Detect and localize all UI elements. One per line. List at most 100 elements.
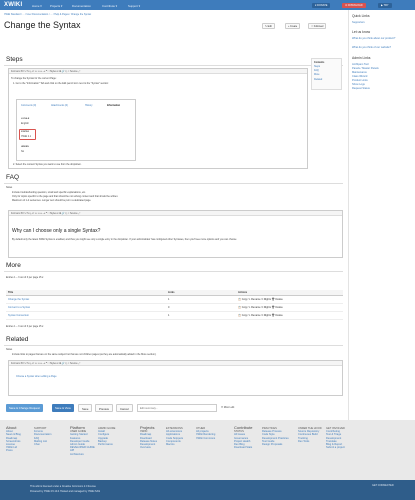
footer-link[interactable]: XWiki Commons	[196, 437, 215, 440]
toc-steps[interactable]: Steps	[314, 65, 339, 68]
row-actions[interactable]: 📋 Copy ✎ Rename ⚿ Rights 🗑 Delete	[236, 303, 343, 312]
faq-notes-label: Notes	[6, 186, 13, 189]
admin-links-heading: Admin Links	[352, 56, 371, 60]
toc-faq[interactable]: FAQ	[314, 69, 339, 72]
footer-link[interactable]: Dev Tools	[298, 440, 322, 443]
admin-link[interactable]: Panels / Master Panels	[352, 67, 379, 70]
feedback-website-link[interactable]: What do you think of our website?	[352, 46, 391, 49]
faq-answer: By default only the latest XWiki Syntax …	[12, 238, 237, 241]
table-row: Convert to a Syntax 0 📋 Copy ✎ Rename ⚿ …	[6, 303, 343, 312]
nav-support[interactable]: Support ▾	[128, 4, 140, 8]
nav-contribute[interactable]: Contribute ▾	[102, 4, 117, 8]
faq-editor[interactable]: Format ▾ B I U S x₂ x² ⁝≡ ⁝≡ ⇤ ⇥ ❝ ⛶ Sty…	[8, 210, 343, 258]
faq-question: Why can I choose only a single Syntax?	[12, 228, 101, 234]
toc-title: Contents	[314, 60, 325, 64]
tab-information: Information	[107, 104, 121, 107]
powered-by-text: Powered by XWiki 15.10.4 Hosted and mana…	[30, 490, 101, 493]
faq-bullet-3: Maximum of 1-2 sentences. Longer text sh…	[12, 199, 92, 202]
footer-column-heading: Projects	[140, 425, 155, 430]
steps-step1: 1. Go to the "Information" Tab and click…	[13, 82, 109, 85]
bottom-bar: This wiki is licensed under a Creative C…	[0, 480, 415, 500]
feedback-product-link[interactable]: What do you think about our product?	[352, 37, 412, 40]
related-editor[interactable]: Format ▾ B I U S x₂ x² ⁝≡ ⁝≡ ⇤ ⇥ ❝ ⛶ Sty…	[8, 360, 343, 396]
divider	[4, 183, 343, 184]
footer-link[interactable]: Architecture	[70, 453, 95, 456]
admin-link[interactable]: Class Wizard	[352, 75, 367, 78]
download-button[interactable]: ⬇ DOWNLOAD	[342, 2, 366, 8]
cancel-button[interactable]: Cancel	[116, 404, 133, 412]
footer-link[interactable]: Design Proposals	[262, 443, 289, 446]
page-title: Change the Syntax	[4, 20, 81, 30]
save-change-request-button[interactable]: Save & Change Request	[6, 404, 43, 412]
divider	[4, 271, 343, 272]
faq-bullet-2: Only for topics specific to the page and…	[12, 195, 119, 198]
nav-projects[interactable]: Projects ▾	[50, 4, 62, 8]
editor-toolbar[interactable]: Format ▾ B I U S x₂ x² ⁝≡ ⁝≡ ⇤ ⇥ ❝ ⛶ Sty…	[9, 69, 307, 74]
preview-button[interactable]: Preview	[95, 404, 113, 412]
table-row: Change the Syntax 1 📋 Copy ✎ Rename ⚿ Ri…	[6, 295, 343, 304]
row-title[interactable]: Convert to a Syntax	[6, 303, 166, 312]
minor-edit-label: Minor edit	[223, 406, 235, 409]
admin-link[interactable]: AntiSpam Tool	[352, 63, 369, 66]
edit-button[interactable]: ✎ Edit	[262, 23, 275, 29]
footer-column: ADMIN GUIDE Install Configure Upgrade Backup…	[98, 426, 115, 446]
donate-button[interactable]: ♥ DONATE	[312, 2, 331, 8]
footer-link[interactable]: Submit a project	[326, 446, 345, 449]
table-of-contents: Contents Steps FAQ More Related	[311, 58, 342, 90]
admin-link[interactable]: Show Logs	[352, 83, 365, 86]
save-button[interactable]: Save	[78, 404, 93, 412]
tab-attachments: Attachments (0)	[51, 104, 68, 107]
steps-intro: To change the Syntax for the current Pag…	[11, 77, 57, 80]
license-text: This wiki is licensed under a Creative C…	[30, 485, 96, 488]
table-row: Syntax Conversion 1 📋 Copy ✎ Rename ⚿ Ri…	[6, 311, 343, 320]
minor-edit-checkbox[interactable]: ☐ Minor edit	[221, 406, 234, 409]
related-link[interactable]: Choose a Syntax when editing a Page	[16, 375, 57, 378]
editor-toolbar[interactable]: Format ▾ B I U S x₂ x² ⁝≡ ⁝≡ ⇤ ⇥ ❝ ⛶ Sty…	[9, 211, 342, 216]
tab-history: History	[85, 104, 93, 107]
editor-toolbar[interactable]: Format ▾ B I U S x₂ x² ⁝≡ ⁝≡ ⇤ ⇥ ❝ ⛶ Sty…	[9, 361, 342, 366]
footer-link[interactable]: Press	[6, 449, 21, 452]
followed-button[interactable]: ☆ Followed	[308, 23, 327, 29]
nav-home[interactable]: Home ▾	[32, 4, 42, 8]
row-links: 1	[166, 311, 236, 320]
row-links: 0	[166, 303, 236, 312]
footer-link[interactable]: Overview	[140, 446, 157, 449]
try-button[interactable]: ▶ TRY	[378, 2, 392, 8]
save-view-button[interactable]: Save & View	[52, 404, 74, 412]
footer-column: OTHER All projects XWiki Rendering XWiki Co…	[196, 426, 215, 440]
admin-link[interactable]: Request Status	[352, 87, 370, 90]
footer-column: PRACTICES Release Process Code Style Develo…	[262, 426, 289, 446]
xwiki-logo[interactable]: XWIKI	[4, 2, 22, 8]
get-connected-label: GET CONNECTED	[372, 484, 394, 487]
footer-column: SUPPORT Forums Documentation FAQ Mailing Lis…	[34, 426, 51, 446]
toc-more[interactable]: More	[314, 73, 339, 76]
row-title[interactable]: Change the Syntax	[6, 295, 166, 304]
locale-value: English	[21, 122, 29, 125]
footer-column: EXTENSIONS All extensions Applications Code…	[166, 426, 183, 446]
nav-documentation[interactable]: Documentation	[72, 4, 91, 8]
footer-link[interactable]: Chat	[34, 443, 51, 446]
footer-link[interactable]: Download Stats	[234, 446, 252, 449]
footer-column: GET INVOLVED Contributing Test & Triage Dev…	[326, 426, 345, 449]
row-actions[interactable]: 📋 Copy ✎ Rename ⚿ Rights 🗑 Delete	[236, 295, 343, 304]
footer-link[interactable]: Macros	[166, 443, 183, 446]
row-actions[interactable]: 📋 Copy ✎ Rename ⚿ Rights 🗑 Delete	[236, 311, 343, 320]
related-heading: Related	[6, 336, 29, 343]
footer-column: UNDER THE HOOD Source Repository Continuou…	[298, 426, 322, 443]
footer-column-heading: About	[6, 425, 17, 430]
supporters-link[interactable]: Supporters	[352, 21, 365, 24]
related-notes-label: Notes	[6, 348, 13, 351]
more-heading: More	[6, 262, 21, 269]
more-pager[interactable]: Entries 1 – 3 out of 3 per page 15 ▾	[6, 276, 43, 279]
toc-related[interactable]: Related	[314, 78, 339, 81]
information-tab-screenshot: Comments (0) Attachments (0) History Inf…	[16, 99, 136, 161]
admin-link[interactable]: Maintenance	[352, 71, 367, 74]
footer-link[interactable]: Performance	[98, 443, 115, 446]
divider	[4, 345, 343, 346]
breadcrumb[interactable]: XWiki Standard / ... / User Documentatio…	[4, 13, 91, 16]
admin-link[interactable]: Product Links	[352, 79, 368, 82]
create-button[interactable]: + Create	[285, 23, 301, 29]
more-pager-bottom[interactable]: Entries 1 – 3 out of 3 per page 15 ▾	[6, 325, 43, 328]
edit-summary-input[interactable]	[137, 404, 217, 412]
row-title[interactable]: Syntax Conversion	[6, 311, 166, 320]
